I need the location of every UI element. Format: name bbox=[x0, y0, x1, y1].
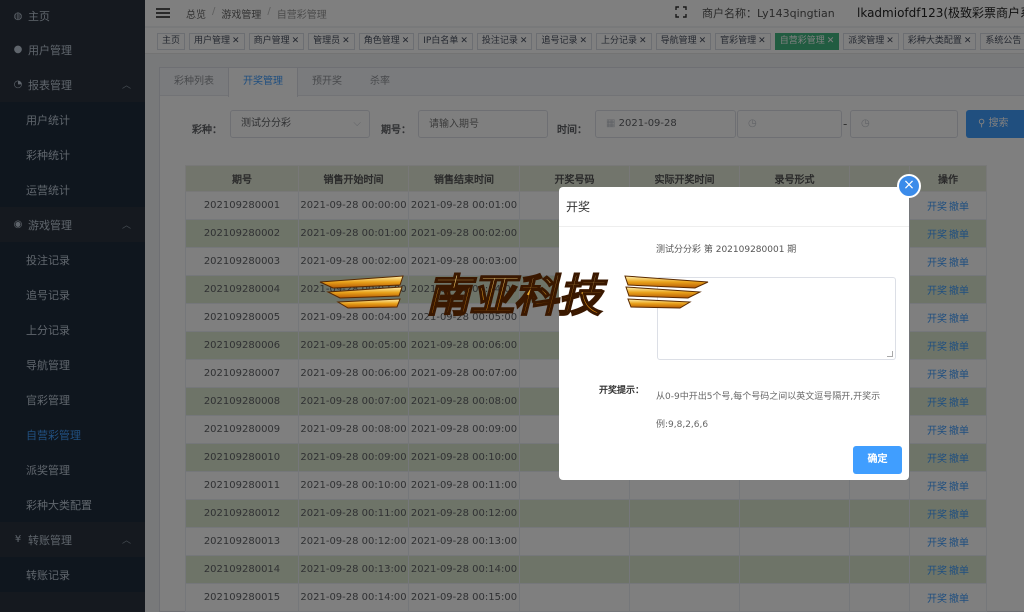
close-icon[interactable]: × bbox=[897, 174, 921, 198]
logo-text: 南亚科技 bbox=[426, 271, 608, 322]
dialog-issue-line: 测试分分彩 第 202109280001 期 bbox=[656, 245, 797, 255]
hint-label: 开奖提示： bbox=[599, 386, 645, 396]
hint-text: 从0-9中开出5个号,每个号码之间以英文逗号隔开,开奖示例:9,8,2,6,6 bbox=[656, 392, 881, 430]
resize-handle-icon[interactable] bbox=[887, 351, 893, 357]
confirm-button[interactable]: 确定 bbox=[853, 446, 902, 474]
company-logo: 南亚科技 bbox=[319, 270, 709, 323]
draw-dialog: 开奖 × 测试分分彩 第 202109280001 期 开奖提示： 从0-9中开… bbox=[559, 174, 921, 480]
dialog-title: 开奖 bbox=[559, 187, 909, 227]
